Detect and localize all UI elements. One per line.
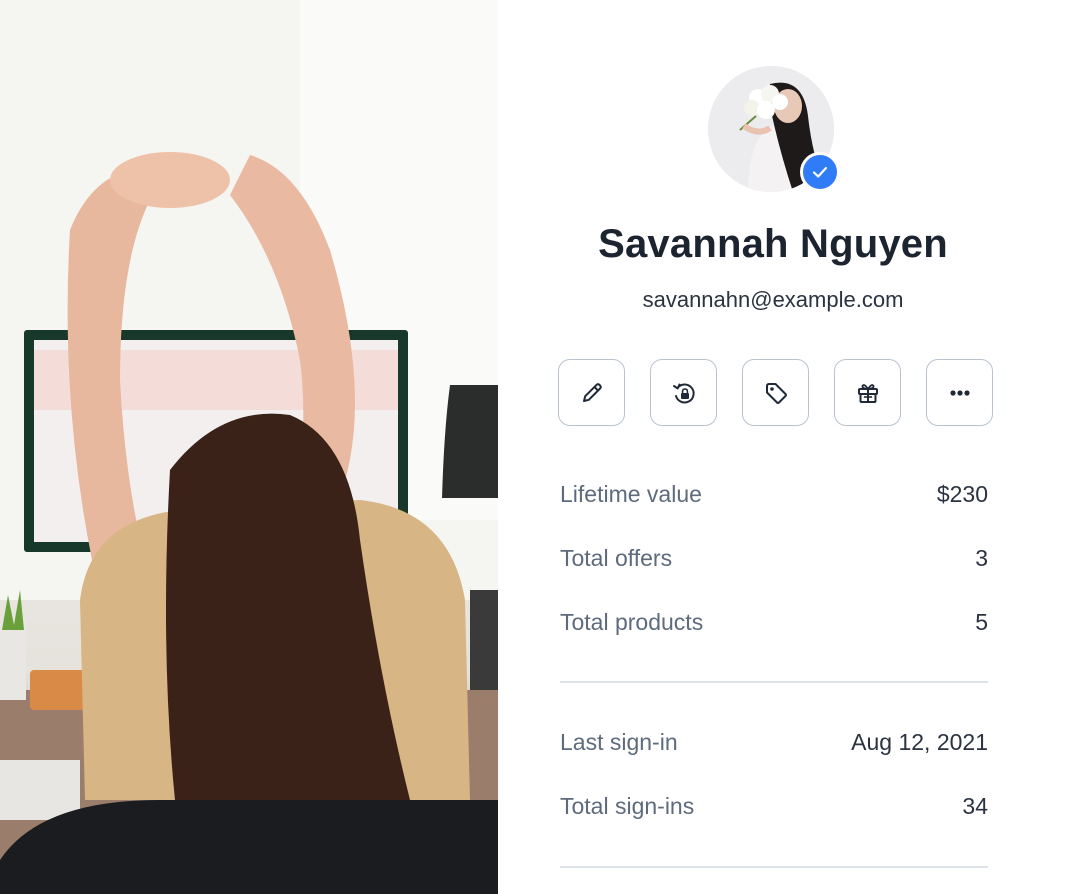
pencil-icon	[582, 382, 602, 402]
stat-label: Total sign-ins	[560, 792, 695, 819]
checkmark-icon	[812, 166, 828, 178]
reset-password-button[interactable]	[650, 359, 717, 426]
tag-button[interactable]	[742, 359, 809, 426]
stat-label: Lifetime value	[560, 480, 702, 507]
customer-email: savannahn@example.com	[642, 287, 904, 312]
hero-photo	[0, 0, 498, 894]
stat-value: $230	[936, 480, 988, 507]
woman-stretching-illustration	[0, 0, 498, 894]
stat-label: Last sign-in	[560, 728, 678, 755]
section-divider	[560, 866, 988, 868]
stat-value: 3	[975, 544, 988, 571]
stats-list: Lifetime value $230 Total offers 3 Total…	[560, 462, 988, 654]
customer-profile-panel: Savannah Nguyen savannahn@example.com Li…	[498, 0, 1080, 894]
stat-row-last-sign-in: Last sign-in Aug 12, 2021	[560, 710, 988, 774]
section-divider	[560, 681, 988, 683]
stat-value: Aug 12, 2021	[851, 728, 988, 755]
verified-badge	[800, 152, 840, 192]
stat-label: Total offers	[560, 544, 673, 571]
stat-row-total-offers: Total offers 3	[560, 526, 988, 590]
avatar-container	[708, 66, 840, 192]
edit-button[interactable]	[558, 359, 625, 426]
customer-name: Savannah Nguyen	[598, 222, 948, 266]
stat-row-total-sign-ins: Total sign-ins 34	[560, 774, 988, 838]
stat-row-lifetime-value: Lifetime value $230	[560, 462, 988, 526]
gift-button[interactable]	[834, 359, 901, 426]
more-horizontal-icon	[949, 389, 970, 396]
stat-value: 34	[962, 792, 988, 819]
stat-value: 5	[975, 608, 988, 635]
lock-reset-icon	[672, 383, 695, 403]
activity-list: Last sign-in Aug 12, 2021 Total sign-ins…	[560, 710, 988, 838]
more-options-button[interactable]	[926, 359, 993, 426]
stat-row-total-products: Total products 5	[560, 590, 988, 654]
stat-label: Total products	[560, 608, 704, 635]
action-toolbar	[558, 359, 993, 426]
gift-icon	[857, 383, 878, 403]
tag-icon	[765, 382, 787, 404]
